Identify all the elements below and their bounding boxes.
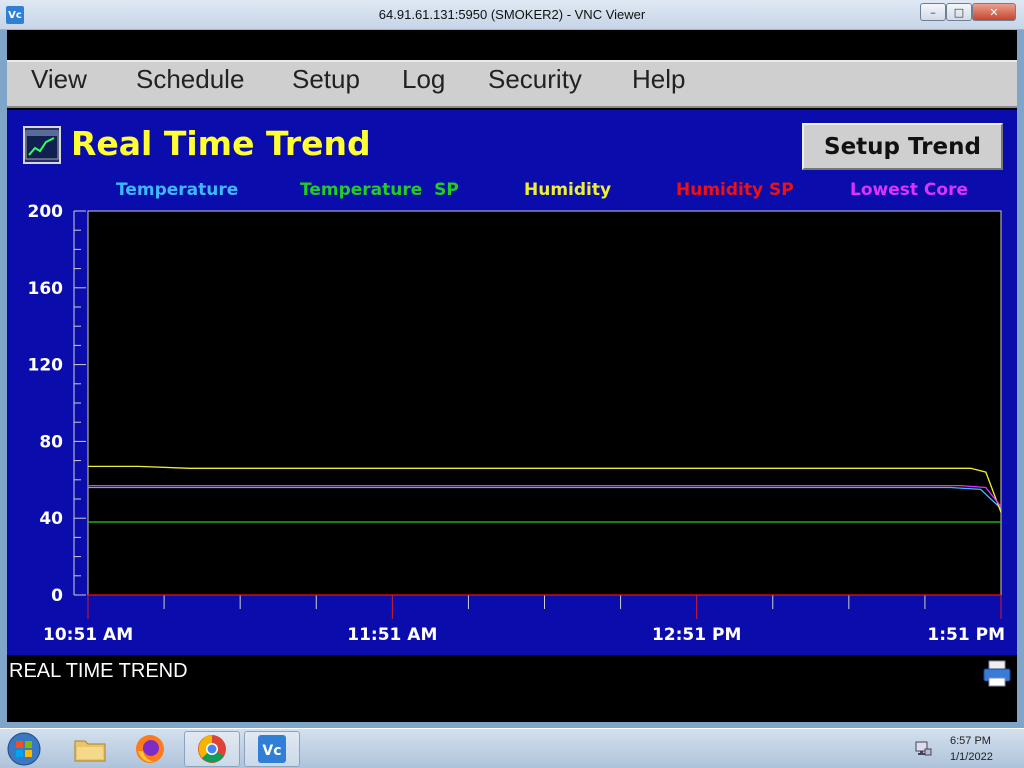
close-button[interactable]: ✕ [972, 3, 1016, 21]
taskbar: Vc 6:57 PM 1/1/2022 [0, 728, 1024, 768]
tray-clock-date[interactable]: 1/1/2022 [950, 751, 993, 763]
menu-bar: View Schedule Setup Log Security Help [7, 60, 1017, 108]
x-tick-label: 10:51 AM [43, 625, 133, 645]
minimize-button[interactable]: – [920, 3, 946, 21]
vnc-icon-label: Vc [262, 743, 281, 759]
y-tick-label: 200 [28, 202, 64, 222]
windows-start-icon[interactable] [2, 731, 46, 767]
y-tick-label: 0 [51, 586, 63, 606]
menu-schedule[interactable]: Schedule [136, 64, 244, 95]
status-text: REAL TIME TREND [9, 660, 188, 682]
window-titlebar[interactable]: Vc 64.91.61.131:5950 (SMOKER2) - VNC Vie… [0, 0, 1024, 30]
x-tick-label: 11:51 AM [347, 625, 437, 645]
tray-clock-time[interactable]: 6:57 PM [950, 735, 991, 747]
menu-setup[interactable]: Setup [292, 64, 360, 95]
y-tick-label: 160 [28, 279, 64, 299]
y-tick-label: 80 [39, 432, 63, 452]
menu-view[interactable]: View [31, 64, 87, 95]
menu-help[interactable]: Help [632, 64, 685, 95]
maximize-button[interactable]: □ [946, 3, 972, 21]
y-tick-label: 120 [28, 356, 64, 376]
y-tick-label: 40 [39, 509, 63, 529]
printer-icon[interactable] [982, 660, 1012, 688]
menu-security[interactable]: Security [488, 64, 582, 95]
window-title: 64.91.61.131:5950 (SMOKER2) - VNC Viewer [378, 7, 646, 22]
folder-icon[interactable] [62, 731, 118, 767]
firefox-icon[interactable] [122, 731, 178, 767]
network-icon[interactable] [914, 739, 932, 757]
menu-log[interactable]: Log [402, 64, 445, 95]
plot-area [87, 210, 1002, 596]
vnc-icon[interactable]: Vc [244, 731, 300, 767]
trend-panel: Real Time Trend Setup Trend Temperature … [7, 110, 1017, 655]
chrome-icon[interactable] [184, 731, 240, 767]
x-tick-label: 1:51 PM [927, 625, 1005, 645]
trend-chart: 0 40 80 120 160 200 10:51 AM 11:51 AM 12:51 PM 1:… [28, 202, 1006, 645]
x-tick-label: 12:51 PM [652, 625, 741, 645]
vnc-viewport: View Schedule Setup Log Security Help Re… [7, 30, 1017, 722]
